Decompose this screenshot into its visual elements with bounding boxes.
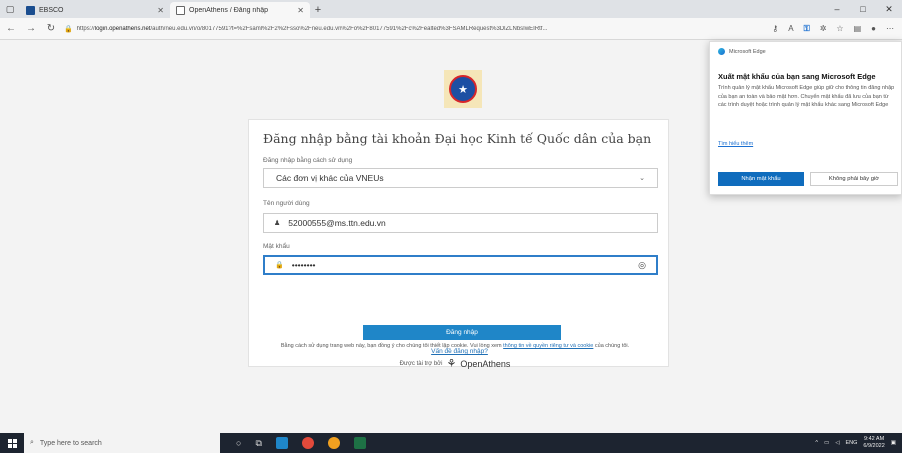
search-icon: ⌕ <box>30 439 34 446</box>
profile-icon[interactable]: ● <box>871 24 876 34</box>
windows-taskbar: ⌕ Type here to search ○ ⧉ ^ ▭ ◁ ENG 9:42… <box>0 433 902 453</box>
get-passwords-button[interactable]: Nhận mật khẩu <box>718 172 804 186</box>
username-label: Tên người dùng <box>263 200 310 207</box>
refresh-icon[interactable]: ↻ <box>44 23 58 34</box>
privacy-cookie-link[interactable]: thông tin về quyền riêng tư và cookie <box>503 343 593 349</box>
login-card: Đăng nhập bằng tài khoản Đại học Kinh tế… <box>248 119 669 367</box>
learn-more-link[interactable]: Tìm hiểu thêm <box>718 141 753 147</box>
lock-icon: 🔒 <box>275 262 284 269</box>
not-now-button[interactable]: Không phải bây giờ <box>810 172 898 186</box>
method-select[interactable]: Các đơn vị khác của VNEUs ⌄ <box>263 168 658 188</box>
tab-actions-icon[interactable]: ▢ <box>0 0 20 18</box>
browser-toolbar: ⚷ A ⚿ ✲ ☆ ▤ ● ⋯ <box>772 24 898 34</box>
search-placeholder: Type here to search <box>39 439 102 447</box>
username-input[interactable]: ♟ 52000555@ms.ttn.edu.vn <box>263 213 658 233</box>
login-button[interactable]: Đăng nhập <box>363 325 561 340</box>
taskbar-apps: ○ ⧉ <box>236 437 366 449</box>
cortana-icon[interactable]: ○ <box>236 438 241 448</box>
user-icon: ♟ <box>274 220 281 227</box>
popup-app-name: Microsoft Edge <box>729 48 766 55</box>
window-controls: – □ ✕ <box>824 0 902 18</box>
url-text: https://login.openathens.net/auth/neu.ed… <box>76 25 548 32</box>
read-aloud-icon[interactable]: A <box>788 24 793 34</box>
username-value: 52000555@ms.ttn.edu.vn <box>288 218 386 228</box>
popup-title: Xuất mật khẩu của bạn sang Microsoft Edg… <box>718 72 876 81</box>
back-arrow-icon[interactable]: ← <box>4 23 18 34</box>
close-icon[interactable]: ✕ <box>157 6 164 15</box>
openathens-logo-icon: ⚘ <box>446 358 457 370</box>
taskbar-search-input[interactable]: ⌕ Type here to search <box>24 433 220 453</box>
minimize-button[interactable]: – <box>824 0 850 18</box>
volume-icon[interactable]: ◁ <box>835 440 839 446</box>
cookie-notice: Bằng cách sử dụng trang web này, bạn đồn… <box>280 343 630 349</box>
chevron-down-icon: ⌄ <box>639 175 645 182</box>
network-icon[interactable]: ▭ <box>824 440 829 446</box>
task-view-icon[interactable]: ⧉ <box>255 438 261 449</box>
key-icon[interactable]: ⚷ <box>772 24 778 34</box>
tab-title: OpenAthens / Đăng nhập <box>189 6 269 14</box>
new-tab-button[interactable]: + <box>310 2 326 18</box>
favorites-star-icon[interactable]: ☆ <box>836 24 843 34</box>
window-close-button[interactable]: ✕ <box>876 0 902 18</box>
login-title: Đăng nhập bằng tài khoản Đại học Kinh tế… <box>263 131 652 146</box>
url-field[interactable]: 🔒 https://login.openathens.net/auth/neu.… <box>64 21 766 37</box>
popup-header: Microsoft Edge <box>718 48 766 55</box>
tab-ebsco[interactable]: EBSCO ✕ <box>20 2 170 18</box>
more-icon[interactable]: ⋯ <box>886 24 894 34</box>
windows-start-icon[interactable] <box>0 433 24 453</box>
collections-icon[interactable]: ▤ <box>854 24 862 34</box>
tab-title: EBSCO <box>39 6 64 14</box>
method-value: Các đơn vị khác của VNEUs <box>276 173 384 183</box>
excel-app-icon[interactable] <box>353 437 366 449</box>
university-seal-icon: ★ <box>449 75 477 103</box>
sponsor-brand: OpenAthens <box>460 358 511 369</box>
extensions-icon[interactable]: ✲ <box>820 24 827 34</box>
edge-password-popup: Microsoft Edge Xuất mật khẩu của bạn san… <box>709 41 902 195</box>
firefox-app-icon[interactable] <box>327 437 340 449</box>
edge-app-icon[interactable] <box>275 437 288 449</box>
sponsor-line: Được tài trợ bởi ⚘ OpenAthens <box>0 357 902 370</box>
edge-logo-icon <box>718 48 725 55</box>
password-key-icon[interactable]: ⚿ <box>804 24 810 34</box>
eye-icon[interactable]: ◎ <box>638 260 646 271</box>
chevron-up-icon[interactable]: ^ <box>815 440 818 446</box>
notifications-icon[interactable]: ▣ <box>891 440 896 446</box>
login-problem-link[interactable]: Vấn đề đăng nhập? <box>249 348 670 355</box>
chrome-app-icon[interactable] <box>301 437 314 449</box>
lock-icon[interactable]: 🔒 <box>64 25 73 33</box>
forward-arrow-icon[interactable]: → <box>24 23 38 34</box>
maximize-button[interactable]: □ <box>850 0 876 18</box>
page-favicon-icon <box>176 5 185 15</box>
browser-tab-bar: ▢ EBSCO ✕ OpenAthens / Đăng nhập ✕ + – □… <box>0 0 902 18</box>
address-bar: ← → ↻ 🔒 https://login.openathens.net/aut… <box>0 18 902 40</box>
language-indicator[interactable]: ENG <box>845 440 857 446</box>
close-icon[interactable]: ✕ <box>297 6 304 15</box>
university-logo: ★ <box>444 70 482 108</box>
clock[interactable]: 9:42 AM 6/9/2022 <box>863 436 884 450</box>
tab-openathens[interactable]: OpenAthens / Đăng nhập ✕ <box>170 2 310 18</box>
password-input[interactable]: 🔒 •••••••• ◎ <box>263 255 658 275</box>
popup-body: Trình quản lý mật khẩu Microsoft Edge gi… <box>718 85 895 108</box>
password-value: •••••••• <box>291 260 316 270</box>
password-label: Mật khẩu <box>263 243 290 250</box>
system-tray: ^ ▭ ◁ ENG 9:42 AM 6/9/2022 ▣ <box>815 436 902 450</box>
ebsco-favicon-icon <box>26 5 35 15</box>
method-label: Đăng nhập bằng cách sử dụng <box>263 157 353 164</box>
sponsor-text: Được tài trợ bởi <box>399 360 443 367</box>
